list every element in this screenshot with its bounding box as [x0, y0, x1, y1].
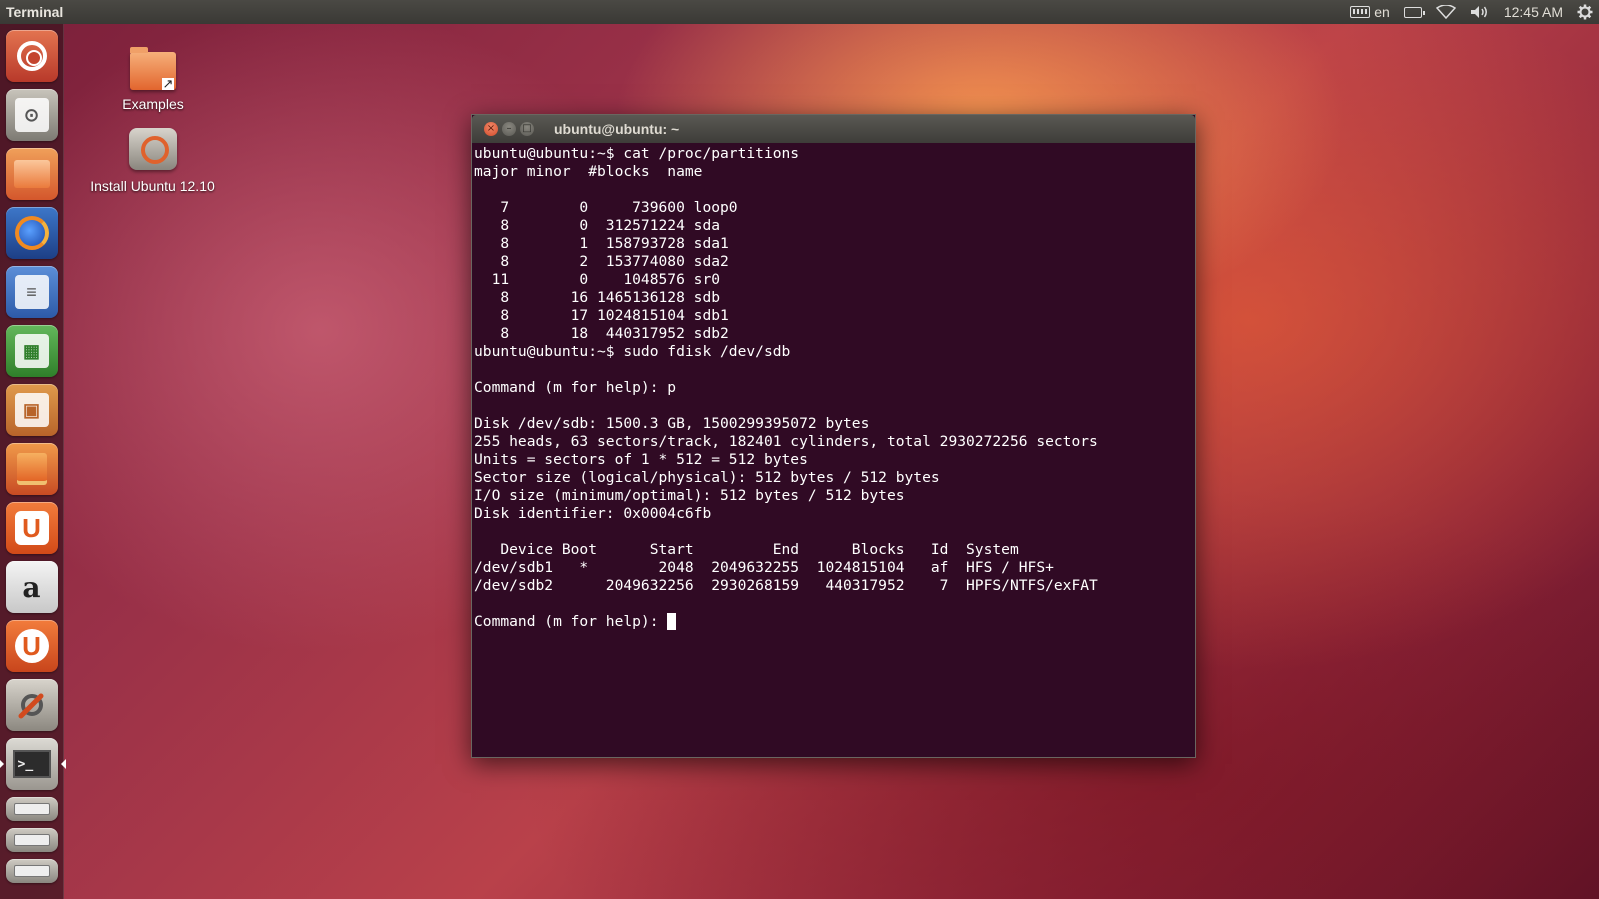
- network-indicator[interactable]: [1435, 5, 1456, 19]
- keyboard-layout-label: en: [1374, 4, 1390, 20]
- terminal-line: ubuntu@ubuntu:~$ cat /proc/partitions: [474, 145, 800, 162]
- terminal-line: 8 17 1024815104 sdb1: [474, 307, 729, 324]
- launcher-drive-2[interactable]: [5, 828, 58, 852]
- launcher-dash-button[interactable]: [5, 30, 58, 82]
- maximize-icon: □: [522, 123, 532, 134]
- maximize-button[interactable]: □: [520, 122, 534, 136]
- terminal-line: I/O size (minimum/optimal): 512 bytes / …: [474, 487, 905, 504]
- shopping-bag-icon: [16, 453, 47, 485]
- terminal-line: Disk identifier: 0x0004c6fb: [474, 505, 712, 522]
- indicator-area: en 12:45 AM: [1350, 4, 1593, 20]
- launcher-terminal[interactable]: >_: [0, 738, 66, 790]
- close-icon: ×: [486, 123, 496, 134]
- terminal-line: Sector size (logical/physical): 512 byte…: [474, 469, 940, 486]
- music-icon: U: [14, 629, 49, 663]
- launcher-amazon[interactable]: a: [5, 561, 58, 613]
- calc-icon: ▦: [14, 334, 49, 368]
- ubuntu-one-icon: U: [14, 511, 49, 545]
- terminal-line: 8 1 158793728 sda1: [474, 235, 729, 252]
- terminal-line: /dev/sdb2 2049632256 2930268159 44031795…: [474, 577, 1098, 594]
- launcher-drive-3[interactable]: [5, 859, 58, 883]
- launcher-ubuntu-one[interactable]: U: [5, 502, 58, 554]
- clock[interactable]: 12:45 AM: [1504, 4, 1563, 20]
- folder-icon: [13, 160, 50, 188]
- launcher-drive[interactable]: [5, 797, 58, 821]
- launcher: ⊙ ≡ ▦ ▣ U a U >_: [0, 24, 66, 899]
- desktop-icon-examples[interactable]: Examples: [113, 47, 193, 112]
- terminal-line: 11 0 1048576 sr0: [474, 271, 721, 288]
- launcher-firefox[interactable]: [5, 207, 58, 259]
- folder-link-icon: [130, 47, 176, 90]
- installer-icon: [128, 128, 177, 170]
- launcher-libreoffice-writer[interactable]: ≡: [5, 266, 58, 318]
- terminal-cursor: [667, 613, 677, 630]
- sound-indicator[interactable]: [1470, 5, 1490, 19]
- session-indicator[interactable]: [1577, 4, 1593, 20]
- terminal-line: Device Boot Start End Blocks Id System: [474, 541, 1019, 558]
- minimize-icon: –: [506, 123, 512, 134]
- settings-icon: [18, 693, 43, 719]
- active-app-indicator: [0, 759, 4, 769]
- desktop-icon-install-ubuntu[interactable]: Install Ubuntu 12.10: [80, 128, 225, 194]
- window-titlebar[interactable]: × – □ ubuntu@ubuntu: ~: [472, 115, 1195, 143]
- terminal-line: 255 heads, 63 sectors/track, 182401 cyli…: [474, 433, 1098, 450]
- close-button[interactable]: ×: [484, 122, 498, 136]
- drive-icon: [13, 865, 50, 877]
- writer-icon: ≡: [14, 275, 49, 309]
- terminal-line: /dev/sdb1 * 2048 2049632255 1024815104 a…: [474, 559, 1054, 576]
- terminal-line: 8 16 1465136128 sdb: [474, 289, 721, 306]
- firefox-icon: [14, 216, 49, 250]
- launcher-system-settings[interactable]: [5, 679, 58, 731]
- terminal-line: Units = sectors of 1 * 512 = 512 bytes: [474, 451, 808, 468]
- terminal-output[interactable]: ubuntu@ubuntu:~$ cat /proc/partitions maj…: [472, 143, 1195, 633]
- launcher-ubuntu-one-music[interactable]: U: [5, 620, 58, 672]
- amazon-icon: a: [22, 570, 41, 604]
- keyboard-icon: [1350, 6, 1371, 18]
- impress-icon: ▣: [14, 393, 49, 427]
- drive-icon: [13, 803, 50, 815]
- terminal-prompt-line[interactable]: Command (m for help):: [474, 613, 1193, 631]
- focused-app-indicator: [60, 759, 66, 769]
- terminal-line: 8 0 312571224 sda: [474, 217, 721, 234]
- terminal-line: Command (m for help): p: [474, 379, 677, 396]
- terminal-line: 8 18 440317952 sdb2: [474, 325, 729, 342]
- terminal-icon: >_: [12, 750, 51, 778]
- launcher-files[interactable]: [5, 148, 58, 200]
- terminal-line: 7 0 739600 loop0: [474, 199, 738, 216]
- terminal-line: major minor #blocks name: [474, 163, 703, 180]
- launcher-libreoffice-impress[interactable]: ▣: [5, 384, 58, 436]
- volume-icon: [1470, 6, 1487, 18]
- battery-icon: [1403, 6, 1425, 18]
- installer-icon: ⊙: [14, 98, 49, 132]
- terminal-line: ubuntu@ubuntu:~$ sudo fdisk /dev/sdb: [474, 343, 791, 360]
- terminal-line: 8 2 153774080 sda2: [474, 253, 729, 270]
- active-app-name: Terminal: [6, 4, 64, 20]
- desktop-icon-label: Examples: [122, 96, 184, 112]
- top-panel: Terminal en 12:45 AM: [0, 0, 1599, 24]
- ubuntu-logo-icon: [16, 41, 47, 71]
- terminal-line: Disk /dev/sdb: 1500.3 GB, 1500299395072 …: [474, 415, 870, 432]
- gear-icon: [1577, 4, 1593, 20]
- wifi-icon: [1435, 5, 1456, 19]
- drive-icon: [13, 834, 50, 846]
- launcher-software-center[interactable]: [5, 443, 58, 495]
- minimize-button[interactable]: –: [502, 122, 516, 136]
- battery-indicator[interactable]: [1403, 6, 1425, 18]
- desktop-icon-label: Install Ubuntu 12.10: [90, 178, 215, 194]
- terminal-window[interactable]: × – □ ubuntu@ubuntu: ~ ubuntu@ubuntu:~$ …: [471, 114, 1196, 758]
- window-title: ubuntu@ubuntu: ~: [554, 121, 680, 137]
- launcher-libreoffice-calc[interactable]: ▦: [5, 325, 58, 377]
- keyboard-indicator[interactable]: en: [1350, 4, 1390, 20]
- launcher-install-ubuntu[interactable]: ⊙: [5, 89, 58, 141]
- terminal-prompt: Command (m for help):: [474, 613, 668, 630]
